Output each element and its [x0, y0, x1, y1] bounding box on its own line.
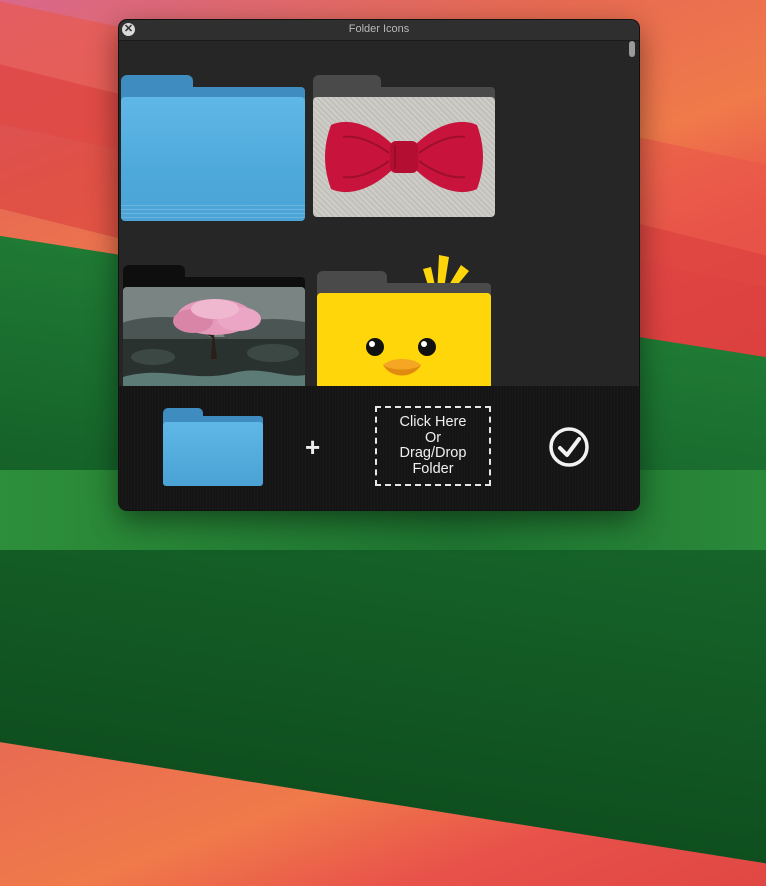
- folder-icon-tile-blue[interactable]: [121, 75, 305, 221]
- plus-label: +: [305, 432, 321, 462]
- window-title: Folder Icons: [348, 23, 410, 35]
- checkmark-circle-icon: [549, 427, 589, 467]
- bottom-bar: + Click Here Or Drag/Drop Folder: [119, 386, 639, 510]
- icon-grid: [119, 41, 625, 407]
- drop-zone-label: Click Here Or Drag/Drop Folder: [399, 414, 467, 477]
- folder-icon-tile-bow-tie[interactable]: [313, 75, 495, 219]
- folder-icons-window: ✕ Folder Icons + Click Here Or Drag/Drop…: [118, 19, 640, 511]
- blue-folder-icon: [121, 97, 305, 221]
- source-folder-icon: [163, 408, 263, 486]
- folder-icon-tile-duck[interactable]: [317, 251, 491, 407]
- scroll-thumb[interactable]: [629, 41, 635, 57]
- bow-tie-icon: [313, 97, 495, 217]
- title-bar[interactable]: ✕ Folder Icons: [119, 20, 639, 41]
- vertical-scrollbar[interactable]: [628, 41, 636, 386]
- drop-zone[interactable]: Click Here Or Drag/Drop Folder: [375, 406, 491, 486]
- confirm-button[interactable]: [549, 427, 589, 467]
